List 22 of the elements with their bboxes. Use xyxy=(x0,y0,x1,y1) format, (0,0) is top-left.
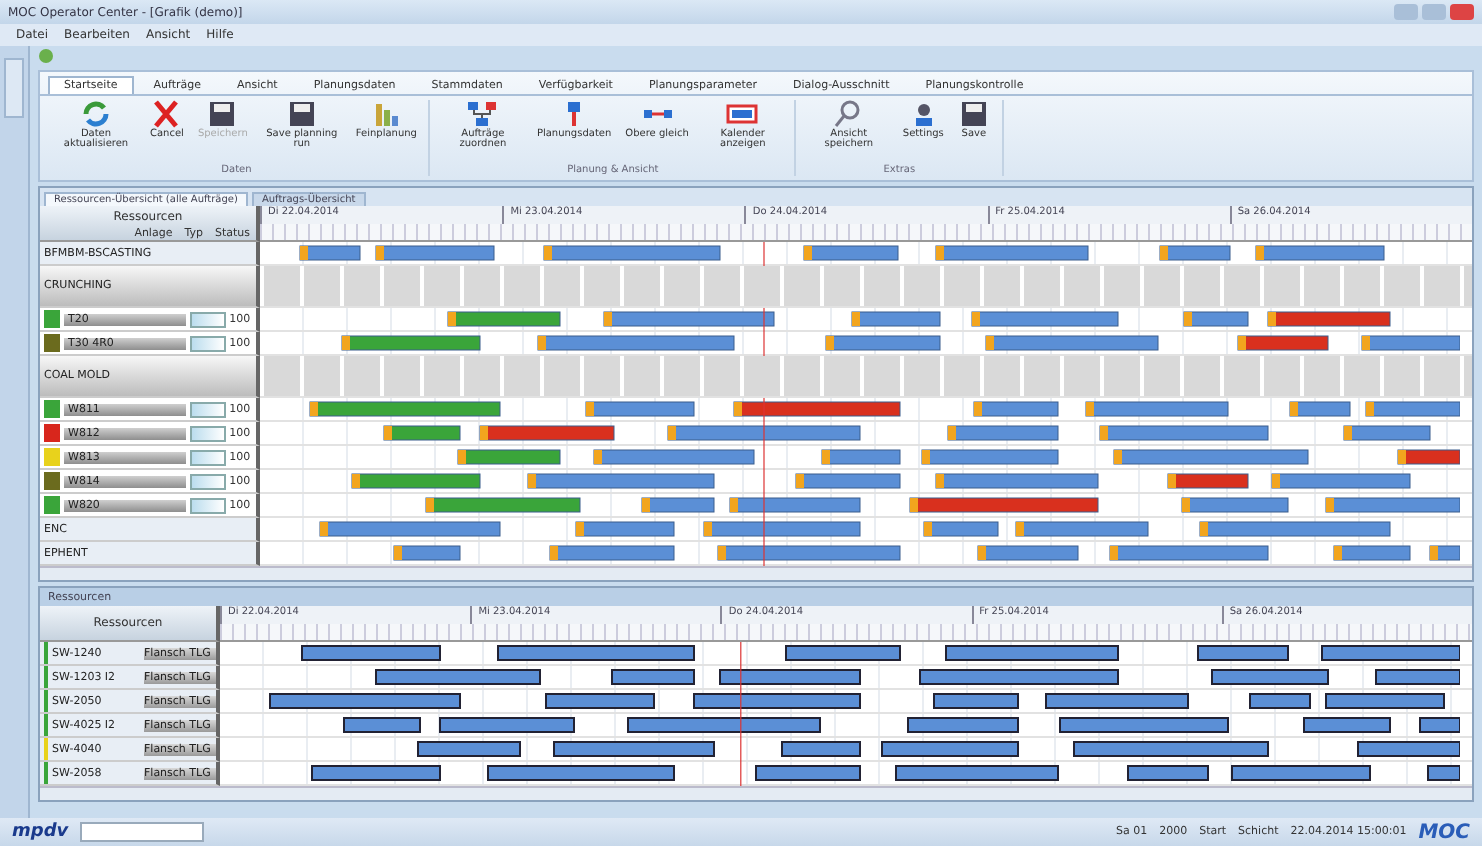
calendar-icon xyxy=(726,100,759,128)
minimize-button[interactable] xyxy=(1394,4,1418,20)
side-tab[interactable] xyxy=(4,58,24,118)
horizontal-scrollbar[interactable] xyxy=(40,786,1472,800)
gauge-icon xyxy=(190,425,226,441)
horizontal-scrollbar[interactable] xyxy=(40,566,1472,580)
close-button[interactable] xyxy=(1450,4,1474,20)
chart-icon xyxy=(370,100,403,128)
gauge-icon xyxy=(190,311,226,327)
network-icon xyxy=(466,100,499,128)
refresh-icon xyxy=(80,100,112,128)
gauge-icon xyxy=(190,449,226,465)
brand-logo: MOC xyxy=(1418,821,1470,843)
logo: mpdv xyxy=(12,822,69,842)
input-field[interactable] xyxy=(80,822,205,842)
gauge-icon xyxy=(190,497,226,513)
search-icon xyxy=(832,100,865,128)
close-icon xyxy=(150,100,183,128)
gauge-icon xyxy=(190,335,226,351)
gauge-icon xyxy=(190,401,226,417)
gauge-icon xyxy=(190,473,226,489)
maximize-button[interactable] xyxy=(1422,4,1446,20)
